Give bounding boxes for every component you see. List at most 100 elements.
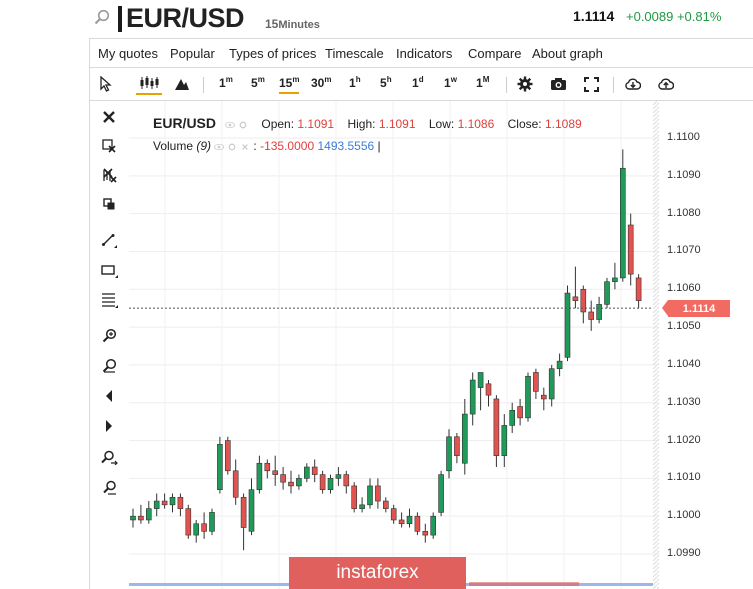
candle-body [153,500,160,509]
remove-drawing-icon[interactable] [98,135,120,157]
candle-body [422,531,429,536]
candle-body [525,375,531,419]
symbol-marker [118,6,122,32]
cursor-icon[interactable] [96,72,116,96]
search-icon[interactable] [94,9,110,25]
high-value: 1.1091 [378,117,416,131]
candle-body [461,413,468,464]
volume-legend: Volume (9) : -135.0000 1493.5556 | [153,139,381,153]
candlestick-chart[interactable] [129,101,659,589]
zoom-reset-icon[interactable] [98,476,120,498]
timeframe-1d[interactable]: 1d [412,75,424,90]
menu-types-of-prices[interactable]: Types of prices [229,46,316,61]
candle-body [248,489,255,532]
high-label: High: [347,117,376,131]
timeframe-15m[interactable]: 15m [279,75,300,94]
menu-popular[interactable]: Popular [170,46,215,61]
candle-body [138,515,144,521]
fibonacci-icon[interactable] [98,289,120,311]
candle-body [288,481,294,487]
close-icon[interactable] [240,143,250,151]
fullscreen-icon[interactable] [581,72,601,96]
candlestick-icon[interactable] [136,73,162,95]
trendline-icon[interactable] [98,229,120,251]
price-axis[interactable]: 1.1100 1.1090 1.1080 1.1070 1.1060 1.1050 1.10… [659,101,753,589]
timeframe-1h[interactable]: 1h [349,75,361,90]
remove-all-icon[interactable] [98,164,120,186]
ohlc-legend: EUR/USD Open: 1.1091 High: 1.1091 Low: 1… [153,115,582,131]
download-icon[interactable] [623,72,643,96]
price-change: +0.0089 +0.81% [626,9,722,24]
clone-icon[interactable] [98,193,120,215]
candle-body [217,444,223,491]
price-tick-label: 1.1040 [667,357,701,370]
timeframe-1M[interactable]: 1M [476,75,489,90]
menu-my-quotes[interactable]: My quotes [98,46,158,61]
timeframe-1w[interactable]: 1w [444,75,457,90]
rectangle-icon[interactable] [98,260,120,282]
zoom-in-icon[interactable] [98,324,120,346]
gear-icon[interactable] [238,121,248,129]
candle-body [477,372,484,388]
volume-value-1: -135.0000 [260,139,315,153]
area-chart-icon[interactable] [172,72,192,96]
chart-area[interactable] [129,101,659,589]
candle-body [469,379,476,415]
candle-body [406,515,413,525]
timeframe-1m[interactable]: 1m [219,75,233,90]
candle-body [540,394,547,400]
zoom-in-right-icon[interactable] [98,446,120,468]
low-value: 1.1086 [457,117,495,131]
gear-icon[interactable] [227,143,237,151]
candle-body [588,311,595,320]
candle-body [311,466,318,475]
scroll-left-icon[interactable] [98,385,120,407]
candle-body [177,496,184,509]
camera-icon[interactable] [548,72,568,96]
candle-body [548,368,555,400]
scroll-right-icon[interactable] [98,415,120,437]
candle-body [564,292,571,358]
chart-toolbar: 1m 5m 15m 30m 1h 5h 1d 1w 1M [89,68,753,101]
eye-icon[interactable] [214,143,225,151]
candle-body [359,504,365,509]
candle-body [209,512,215,532]
candle-body [296,478,302,487]
eye-icon[interactable] [225,121,236,129]
price-tick-label: 1.1050 [667,320,701,333]
price-tick-label: 1.1010 [667,471,701,484]
price-tick-label: 1.1090 [667,168,701,181]
volume-label: Volume [153,139,194,153]
volume-param: (9) [196,139,212,153]
open-label: Open: [261,117,295,131]
timeframe-30m[interactable]: 30m [311,75,331,90]
candle-body [145,508,152,521]
menu-compare[interactable]: Compare [468,46,521,61]
candle-body [280,474,286,483]
upload-icon[interactable] [656,72,676,96]
menu-about-graph[interactable]: About graph [532,46,603,61]
candle-body [635,277,642,301]
close-icon[interactable] [98,106,120,128]
candle-body [438,474,444,513]
candle-body [430,515,437,536]
last-price: 1.1114 [573,8,615,24]
price-tick-label: 1.1000 [667,509,701,522]
candle-body [446,436,452,472]
price-tick-label: 1.1100 [667,131,700,143]
candle-body [501,425,508,456]
symbol-title: EUR/USD [126,3,245,33]
timeframe-5m[interactable]: 5m [251,75,265,90]
candle-body [493,398,500,456]
zoom-out-icon[interactable] [98,354,120,376]
candle-body [351,485,357,509]
timeframe-5h[interactable]: 5h [380,75,392,90]
candle-body [556,360,563,369]
close-label: Close: [507,117,542,131]
candle-body [604,281,610,305]
candle-body [619,167,626,279]
menu-indicators[interactable]: Indicators [396,46,452,61]
gear-icon[interactable] [515,72,535,96]
menu-timescale[interactable]: Timescale [325,46,384,61]
volume-value-2: 1493.5556 [317,139,375,153]
